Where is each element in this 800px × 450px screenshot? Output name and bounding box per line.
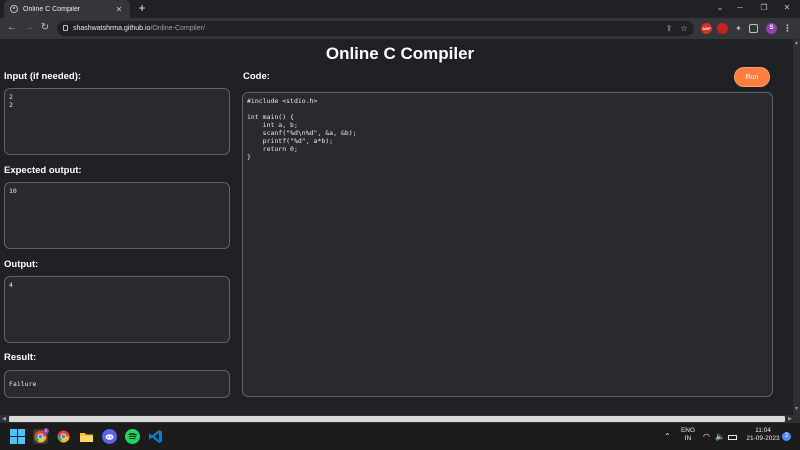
result-box: Failure [4, 370, 230, 398]
run-button[interactable]: Run [734, 67, 770, 87]
windows-taskbar: S ⌃ ENG IN ◠ 🔈 11:04 21-09-2023 2 [0, 423, 800, 450]
wifi-icon[interactable]: ◠ [703, 432, 710, 442]
globe-icon [10, 5, 18, 13]
close-tab-icon[interactable]: ✕ [114, 5, 124, 14]
reload-icon[interactable]: ↻ [39, 22, 51, 34]
bookmark-star-icon[interactable]: ☆ [679, 24, 689, 34]
result-label: Result: [4, 352, 37, 363]
input-textarea[interactable]: 2 2 [4, 88, 230, 155]
scrollbar-thumb[interactable] [9, 416, 785, 422]
expected-output-textarea[interactable]: 10 [4, 182, 230, 249]
vertical-scrollbar[interactable]: ▲ ▼ [793, 39, 800, 415]
tab-title: Online C Compiler [23, 5, 81, 13]
browser-menu-icon[interactable]: ⋮ [782, 23, 793, 34]
maximize-icon[interactable]: ❐ [758, 2, 770, 14]
url-host: shashwatshrma.github.io [73, 25, 151, 32]
scroll-right-icon[interactable]: ▶ [787, 416, 793, 422]
battery-icon[interactable] [728, 435, 737, 440]
chrome-profile-badge: S [43, 428, 49, 434]
file-explorer-icon[interactable] [79, 429, 94, 444]
page-title: Online C Compiler [325, 44, 475, 63]
code-editor[interactable]: #include <stdio.h> int main() { int a, b… [242, 92, 773, 397]
lock-icon [63, 25, 68, 31]
code-label: Code: [243, 71, 270, 82]
scroll-left-icon[interactable]: ◀ [1, 416, 7, 422]
expected-output-label: Expected output: [4, 165, 82, 176]
back-icon[interactable]: ← [6, 22, 18, 34]
region-code: IN [684, 435, 692, 442]
clock[interactable]: 11:04 21-09-2023 [745, 427, 781, 443]
profile-avatar[interactable]: S [766, 23, 777, 34]
vscode-icon[interactable] [148, 429, 163, 444]
code-text[interactable]: #include <stdio.h> int main() { int a, b… [247, 97, 768, 161]
tray-overflow-icon[interactable]: ⌃ [664, 432, 671, 442]
spotify-icon[interactable] [125, 429, 140, 444]
discord-icon[interactable] [102, 429, 117, 444]
output-textarea[interactable]: 4 [4, 276, 230, 343]
speaker-muted-icon[interactable]: 🔈 [715, 432, 725, 442]
windows-start-icon[interactable] [10, 429, 25, 444]
input-label: Input (if needed): [4, 71, 82, 82]
output-label: Output: [4, 259, 39, 270]
new-tab-button[interactable]: + [135, 1, 149, 15]
language-indicator[interactable]: ENG IN [678, 427, 698, 443]
language-code: ENG [680, 427, 696, 434]
shield-extension-icon[interactable] [717, 23, 728, 34]
minimize-icon[interactable]: ─ [734, 2, 746, 14]
forward-icon[interactable]: → [23, 22, 35, 34]
chrome-icon[interactable] [56, 429, 71, 444]
url-path: /Online-Compiler/ [150, 25, 205, 32]
browser-tab-strip: Online C Compiler ✕ + ⌄ ─ ❐ ✕ [0, 0, 800, 18]
share-icon[interactable]: ⇪ [664, 24, 674, 34]
side-panel-icon[interactable] [749, 24, 758, 33]
horizontal-scrollbar[interactable]: ◀ ▶ [0, 415, 800, 423]
notification-badge[interactable]: 2 [782, 432, 791, 441]
adblock-extension-icon[interactable]: ABP [701, 23, 712, 34]
page-content: Online C Compiler Input (if needed): 2 2… [0, 39, 793, 415]
tab-search-icon[interactable]: ⌄ [714, 2, 726, 14]
browser-tab[interactable]: Online C Compiler ✕ [4, 0, 130, 18]
extensions-puzzle-icon[interactable]: ✦ [733, 23, 744, 34]
clock-date: 21-09-2023 [746, 435, 780, 442]
address-bar[interactable]: shashwatshrma.github.io/Online-Compiler/… [57, 21, 694, 36]
browser-toolbar: ← → ↻ shashwatshrma.github.io/Online-Com… [0, 18, 800, 39]
scroll-down-icon[interactable]: ▼ [794, 407, 799, 412]
clock-time: 11:04 [755, 427, 771, 434]
close-window-icon[interactable]: ✕ [781, 2, 793, 14]
scroll-up-icon[interactable]: ▲ [794, 41, 799, 46]
